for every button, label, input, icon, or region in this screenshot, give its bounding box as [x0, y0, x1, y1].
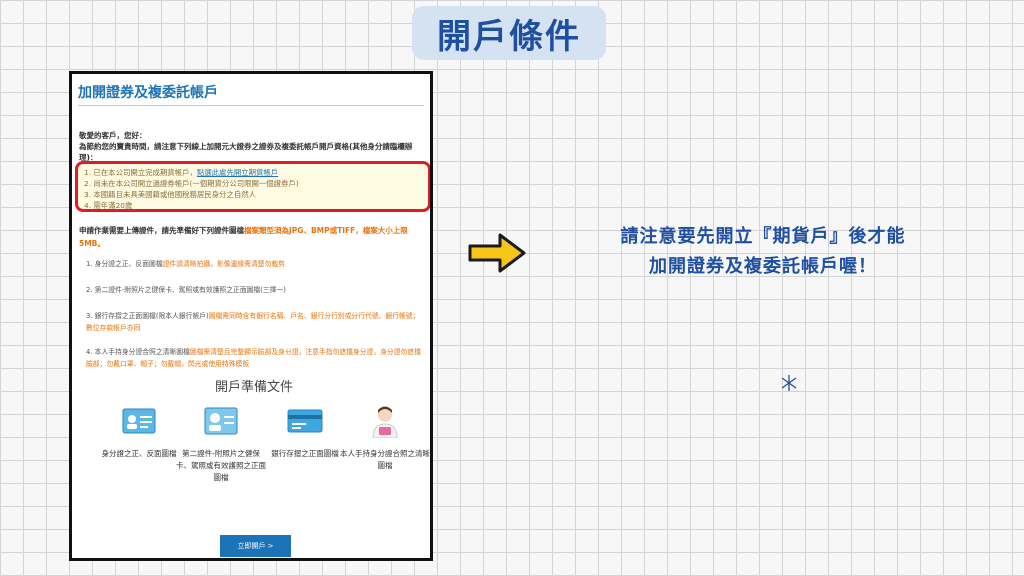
- doc-item: 銀行存摺之正面圖檔: [260, 404, 350, 460]
- conditions-highlight-box: 1. 已在本公司開立完成期貨帳戶，點選此處先開立期貨帳戶 2. 尚未在本公司開立…: [75, 161, 430, 212]
- step-text: 3. 銀行存摺之正面圖檔(限本人銀行帳戶): [86, 312, 209, 320]
- arrow-right-icon: [466, 229, 528, 281]
- sparkle-icon: [780, 374, 798, 396]
- step-item: 4. 本人手持身分證合照之清晰圖檔圖檔需清楚且完整顯示臉部及身分證，注意手指勿遮…: [86, 346, 426, 370]
- doc-item: 第二證件-附照片之健保卡、駕照或有效護照之正面圖檔: [176, 404, 266, 484]
- intro-text: 為節約您的寶貴時間，請注意下列線上加開元大證券之證券及複委託帳戶開戶資格(其他身…: [79, 142, 413, 162]
- upload-intro-text: 申請作業需要上傳證件，請先準備好下列證件圖檔: [79, 226, 244, 235]
- prep-docs: 身分證之正、反面圖檔 第二證件-附照片之健保卡、駕照或有效護照之正面圖檔 銀行存…: [72, 404, 430, 514]
- condition-item: 3. 本國籍且未具美國籍或他國稅務居民身分之自然人: [84, 190, 256, 199]
- condition-item: 1. 已在本公司開立完成期貨帳戶，點選此處先開立期貨帳戶: [84, 167, 422, 178]
- step-item: 1. 身分證之正、反面圖檔證件請清晰拍攝，影像邊緣需清楚勿裁剪: [86, 258, 426, 270]
- doc-label: 本人手持身分證合照之清晰圖檔: [340, 449, 430, 470]
- doc-item: 身分證之正、反面圖檔: [94, 404, 184, 460]
- divider: [78, 105, 424, 106]
- step-item: 2. 第二證件-附照片之健保卡、駕照或有效護照之正面圖檔(三擇一): [86, 284, 426, 296]
- greeting-block: 敬愛的客戶，您好： 為節約您的寶貴時間，請注意下列線上加開元大證券之證券及複委託…: [79, 130, 425, 163]
- step-text: 2. 第二證件-附照片之健保卡、駕照或有效護照之正面圖檔(三擇一): [86, 286, 286, 294]
- callout-line-1: 請注意要先開立『期貨戶』後才能: [620, 226, 906, 247]
- step-note: 證件請清晰拍攝，影像邊緣需清楚勿裁剪: [162, 260, 285, 268]
- panel-heading: 加開證券及複委託帳戶: [78, 85, 218, 101]
- id-card-icon: [94, 404, 184, 438]
- page-title: 開戶條件: [437, 16, 581, 57]
- open-futures-account-link[interactable]: 點選此處先開立期貨帳戶: [197, 168, 278, 177]
- page-title-badge: 開戶條件: [412, 6, 606, 60]
- screenshot-panel: 加開證券及複委託帳戶 敬愛的客戶，您好： 為節約您的寶貴時間，請注意下列線上加開…: [69, 71, 433, 561]
- condition-item: 2. 尚未在本公司開立過證券帳戶(一個期貨分公司限開一個證券戶): [84, 179, 299, 188]
- doc-item: 本人手持身分證合照之清晰圖檔: [340, 404, 430, 472]
- callout-note: 請注意要先開立『期貨戶』後才能 加開證券及複委託帳戶喔！: [548, 222, 978, 282]
- callout-line-2: 加開證券及複委託帳戶喔！: [649, 256, 877, 277]
- doc-label: 身分證之正、反面圖檔: [101, 449, 177, 458]
- condition-item: 4. 需年滿20歲: [84, 201, 133, 210]
- bankbook-icon: [260, 404, 350, 438]
- greeting: 敬愛的客戶，您好：: [79, 131, 147, 140]
- open-account-button[interactable]: 立即開戶 >: [220, 535, 291, 557]
- upload-intro: 申請作業需要上傳證件，請先準備好下列證件圖檔檔案類型須為JPG、BMP或TIFF…: [79, 224, 427, 250]
- doc-label: 銀行存摺之正面圖檔: [271, 449, 339, 458]
- condition-text: 1. 已在本公司開立完成期貨帳戶，: [84, 168, 197, 177]
- step-item: 3. 銀行存摺之正面圖檔(限本人銀行帳戶)圖檔需同時含有銀行名稱、戶名、銀行分行…: [86, 310, 426, 334]
- doc-label: 第二證件-附照片之健保卡、駕照或有效護照之正面圖檔: [176, 449, 266, 482]
- step-text: 4. 本人手持身分證合照之清晰圖檔: [86, 348, 190, 356]
- step-text: 1. 身分證之正、反面圖檔: [86, 260, 163, 268]
- prep-docs-title: 開戶準備文件: [214, 380, 293, 395]
- second-id-icon: [176, 404, 266, 438]
- selfie-id-icon: [340, 404, 430, 438]
